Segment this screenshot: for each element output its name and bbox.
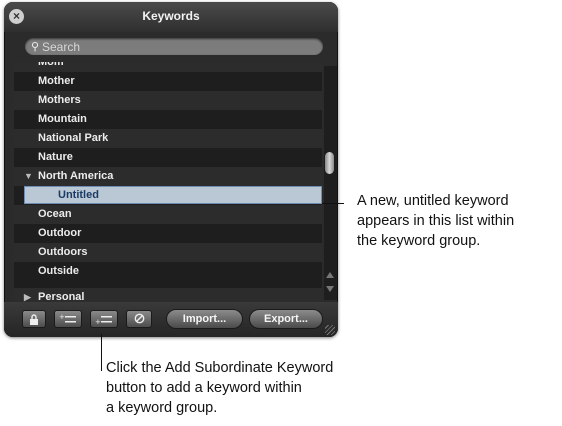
list-item-selected[interactable]: Untitled	[24, 186, 322, 204]
add-subordinate-keyword-button[interactable]: +	[90, 310, 118, 328]
import-button[interactable]: Import...	[166, 309, 243, 329]
annotation-line: A new, untitled keyword	[357, 193, 509, 209]
list-item[interactable]: Mothers	[14, 91, 322, 110]
scrollbar[interactable]	[324, 66, 337, 300]
keyword-label: Mothers	[38, 94, 81, 106]
list-item[interactable]: Mom	[14, 62, 322, 72]
scroll-thumb[interactable]	[325, 152, 334, 174]
annotation-line: a keyword group.	[106, 400, 218, 416]
list-item[interactable]: National Park	[14, 129, 322, 148]
resize-grip-icon[interactable]	[325, 325, 335, 335]
search-input[interactable]	[42, 38, 312, 55]
list-item[interactable]: Nature	[14, 148, 322, 167]
annotation-bottom: Click the Add Subordinate Keyword button…	[106, 358, 436, 418]
keyword-label: Mountain	[38, 113, 87, 125]
keyword-label: Mother	[38, 75, 75, 87]
lock-button[interactable]	[22, 310, 46, 328]
remove-icon	[134, 313, 144, 324]
list-item[interactable]: Outdoor	[14, 224, 322, 243]
list-item[interactable]: Outdoors	[14, 243, 322, 262]
add-keyword-button[interactable]: +	[54, 310, 82, 328]
keyword-label: Nature	[38, 151, 73, 163]
keywords-window: × Keywords ⚲ Mom Mother Mothers Mountain…	[4, 2, 338, 337]
list-item-group[interactable]: ▶ Personal	[14, 288, 322, 302]
list-item-group[interactable]: ▼ North America	[14, 167, 322, 186]
keyword-label: Outside	[38, 265, 79, 277]
search-field[interactable]: ⚲	[25, 38, 323, 55]
window-title: Keywords	[142, 9, 200, 23]
annotation-right: A new, untitled keyword appears in this …	[357, 191, 562, 251]
keyword-label: Ocean	[38, 208, 72, 220]
annotation-line: button to add a keyword within	[106, 380, 302, 396]
callout-line-right	[322, 203, 344, 204]
scroll-down-arrow-icon[interactable]	[326, 286, 334, 292]
keyword-label: Mom	[38, 62, 64, 68]
remove-keyword-button[interactable]	[126, 310, 152, 328]
add-keyword-icon: +	[59, 313, 76, 323]
annotation-line: appears in this list within	[357, 213, 515, 229]
svg-text:+: +	[59, 313, 65, 321]
keyword-label: Outdoors	[38, 246, 88, 258]
annotation-line: the keyword group.	[357, 233, 481, 249]
title-bar[interactable]: × Keywords	[4, 2, 338, 32]
lock-icon	[30, 314, 38, 325]
keyword-group-label: Personal	[38, 291, 85, 302]
list-item[interactable]: Ocean	[14, 205, 322, 224]
keyword-label: National Park	[38, 132, 109, 144]
list-item[interactable]: Mountain	[14, 110, 322, 129]
scroll-up-arrow-icon[interactable]	[326, 272, 334, 278]
callout-line-bottom	[101, 334, 102, 371]
keyword-label[interactable]: Untitled	[58, 187, 99, 203]
export-button[interactable]: Export...	[249, 309, 323, 329]
keyword-list[interactable]: Mom Mother Mothers Mountain National Par…	[14, 62, 322, 302]
svg-text:+: +	[95, 318, 101, 325]
disclosure-triangle-collapsed-icon[interactable]: ▶	[24, 288, 31, 302]
annotation-line: Click the Add Subordinate Keyword	[106, 360, 334, 376]
disclosure-triangle-expanded-icon[interactable]: ▼	[24, 167, 33, 186]
keyword-label: Outdoor	[38, 227, 82, 239]
list-item[interactable]: Outside	[14, 262, 322, 281]
add-subordinate-keyword-icon: +	[95, 316, 112, 326]
keyword-group-label: North America	[38, 170, 114, 182]
list-item[interactable]: Mother	[14, 72, 322, 91]
search-icon: ⚲	[31, 41, 40, 53]
bottom-toolbar: + + Import... Export...	[4, 302, 338, 337]
